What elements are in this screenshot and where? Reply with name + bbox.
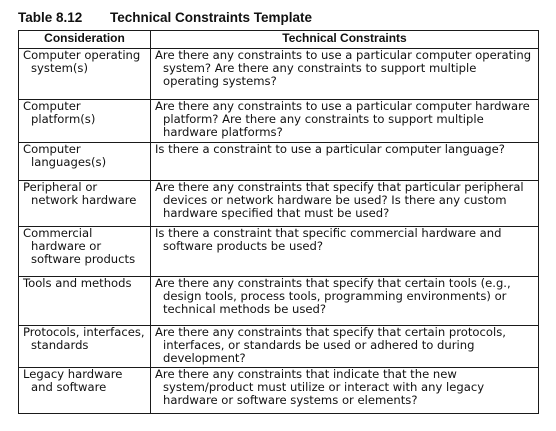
table-row: Tools and methods Are there any constrai… [18, 276, 539, 326]
table-row: Computer platform(s) Are there any const… [18, 99, 539, 143]
constraint-text: Are there any constraints that indicate … [155, 366, 485, 408]
consideration-text: Computer platform(s) [23, 99, 96, 127]
constraint-text: Are there any constraints to use a parti… [155, 48, 532, 89]
constraint-cell: Are there any constraints to use a parti… [150, 99, 539, 143]
consideration-text: Computer operating system(s) [23, 48, 141, 76]
consideration-cell: Computer languages(s) [18, 142, 151, 181]
table-caption: Table 8.12 Technical Constraints Template [18, 10, 538, 30]
table-row: Protocols, interfaces, standards Are the… [18, 325, 539, 368]
consideration-cell: Computer platform(s) [18, 99, 151, 143]
consideration-cell: Tools and methods [18, 276, 151, 326]
constraint-text: Are there any constraints that specify t… [155, 276, 511, 317]
constraint-cell: Are there any constraints that specify t… [150, 325, 539, 368]
constraint-text: Are there any constraints that specify t… [155, 325, 506, 366]
table-header-row: Consideration Technical Constraints [18, 30, 539, 49]
constraint-cell: Is there a constraint to use a particula… [150, 142, 539, 181]
consideration-cell: Computer operating system(s) [18, 48, 151, 100]
constraint-text: Is there a constraint that specific comm… [155, 226, 502, 254]
constraint-text: Are there any constraints to use a parti… [155, 99, 530, 140]
consideration-cell: Protocols, interfaces, standards [18, 325, 151, 368]
constraint-cell: Are there any constraints that specify t… [150, 276, 539, 326]
consideration-text: Computer languages(s) [23, 142, 107, 170]
header-technical-constraints: Technical Constraints [150, 30, 539, 49]
consideration-cell: Legacy hardware and software [18, 366, 151, 414]
document-page: Table 8.12 Technical Constraints Template… [18, 10, 539, 414]
technical-constraints-table: Consideration Technical Constraints Comp… [18, 30, 539, 414]
table-title: Technical Constraints Template [110, 10, 313, 25]
table-row: Peripheral or network hardware Are there… [18, 180, 539, 227]
consideration-text: Legacy hardware and software [23, 366, 123, 394]
constraint-text: Are there any constraints that specify t… [155, 180, 524, 221]
consideration-cell: Peripheral or network hardware [18, 180, 151, 227]
table-row: Computer operating system(s) Are there a… [18, 48, 539, 100]
table-row: Computer languages(s) Is there a constra… [18, 142, 539, 181]
consideration-text: Commercial hardware or software products [23, 226, 136, 267]
constraint-text: Is there a constraint to use a particula… [155, 142, 505, 156]
consideration-text: Protocols, interfaces, standards [23, 325, 145, 353]
table-number: Table 8.12 [18, 10, 83, 25]
table-row: Legacy hardware and software Are there a… [18, 366, 539, 414]
constraint-cell: Is there a constraint that specific comm… [150, 226, 539, 277]
consideration-cell: Commercial hardware or software products [18, 226, 151, 277]
header-consideration: Consideration [18, 30, 151, 49]
constraint-cell: Are there any constraints to use a parti… [150, 48, 539, 100]
table-row: Commercial hardware or software products… [18, 226, 539, 277]
consideration-text: Tools and methods [23, 276, 132, 290]
constraint-cell: Are there any constraints that indicate … [150, 366, 539, 414]
consideration-text: Peripheral or network hardware [23, 180, 137, 208]
constraint-cell: Are there any constraints that specify t… [150, 180, 539, 227]
